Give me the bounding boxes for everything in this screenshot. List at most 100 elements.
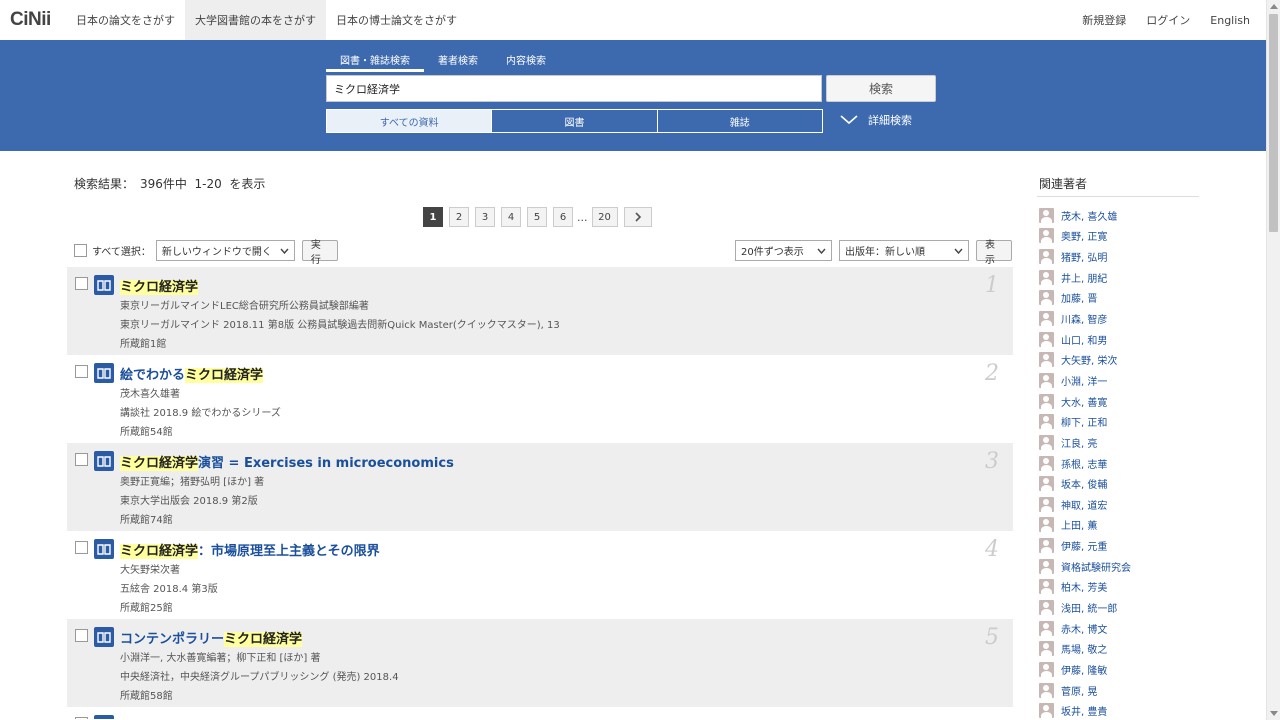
result-checkbox[interactable] [75, 629, 88, 642]
result-checkbox[interactable] [75, 365, 88, 378]
person-icon [1039, 517, 1054, 533]
nav-link-dissertations[interactable]: 日本の博士論文をさがす [326, 0, 467, 40]
result-holdings: 所蔵館25館 [120, 603, 173, 614]
result-checkbox[interactable] [75, 453, 88, 466]
dropdown-arrow-icon [280, 248, 289, 254]
person-icon [1039, 434, 1054, 450]
page-1[interactable]: 1 [423, 207, 443, 227]
display-controls: 20件ずつ表示 出版年：新しい順 表示 [735, 240, 1012, 266]
register-link[interactable]: 新規登録 [1072, 0, 1136, 40]
related-author-item[interactable]: 川森, 智彦 [1039, 308, 1131, 329]
related-author-name: 小淵, 洋一 [1061, 376, 1108, 388]
tab-content-search[interactable]: 内容検索 [492, 52, 560, 72]
advanced-search-toggle[interactable]: 詳細検索 [840, 112, 912, 128]
related-author-item[interactable]: 上田, 薫 [1039, 515, 1131, 536]
related-author-item[interactable]: 菅原, 晃 [1039, 680, 1131, 701]
person-icon [1039, 661, 1054, 677]
related-author-item[interactable]: 坂井, 豊貴 [1039, 700, 1131, 720]
related-author-item[interactable]: 茂木, 喜久雄 [1039, 205, 1131, 226]
related-author-name: 奥野, 正寛 [1061, 232, 1108, 244]
sort-select[interactable]: 出版年：新しい順 [839, 240, 969, 261]
person-icon [1039, 599, 1054, 615]
related-author-item[interactable]: 孫根, 志華 [1039, 453, 1131, 474]
next-page-button[interactable] [623, 207, 652, 227]
result-title-link[interactable]: 絵でわかるミクロ経済学 [120, 364, 264, 383]
tab-all-materials[interactable]: すべての資料 [327, 110, 493, 132]
tab-journals[interactable]: 雑誌 [658, 110, 822, 132]
select-all-checkbox[interactable] [74, 244, 87, 257]
related-author-item[interactable]: 井上, 朋紀 [1039, 267, 1131, 288]
result-holdings: 所蔵館1館 [120, 339, 167, 350]
top-navigation: CiNii 日本の論文をさがす 大学図書館の本をさがす 日本の博士論文をさがす … [0, 0, 1266, 40]
scroll-up-arrow[interactable] [1270, 4, 1278, 9]
result-publication: 講談社 2018.9 絵でわかるシリーズ [120, 408, 281, 419]
related-author-item[interactable]: 江良, 亮 [1039, 432, 1131, 453]
related-author-item[interactable]: 奥野, 正寛 [1039, 226, 1131, 247]
person-icon [1039, 476, 1054, 492]
related-author-name: 大水, 善寛 [1061, 397, 1108, 409]
page-2[interactable]: 2 [449, 207, 469, 227]
nav-link-articles[interactable]: 日本の論文をさがす [66, 0, 185, 40]
result-row: コンテンポラリーミクロ経済学 小淵洋一, 大水善寛編著；柳下正和 [ほか] 著 … [67, 619, 1013, 707]
related-author-item[interactable]: 加藤, 晋 [1039, 288, 1131, 309]
related-author-item[interactable]: 資格試験研究会 [1039, 556, 1131, 577]
result-title-link[interactable]: ミクロ経済学 [120, 276, 199, 295]
page-4[interactable]: 4 [501, 207, 521, 227]
result-title-link[interactable]: ミクロ経済学演習 = Exercises in microeconomics [120, 452, 454, 471]
page-6[interactable]: 6 [553, 207, 573, 227]
open-option-select[interactable]: 新しいウィンドウで開く [155, 240, 295, 261]
result-checkbox[interactable] [75, 717, 88, 719]
scroll-down-arrow[interactable] [1270, 711, 1278, 716]
result-checkbox[interactable] [75, 541, 88, 554]
related-author-name: 菅原, 晃 [1061, 686, 1098, 698]
page-last[interactable]: 20 [591, 207, 618, 227]
related-author-name: 浅田, 統一郎 [1061, 603, 1118, 615]
chevron-down-icon [840, 115, 858, 125]
related-author-item[interactable]: 小淵, 洋一 [1039, 370, 1131, 391]
result-checkbox[interactable] [75, 277, 88, 290]
result-author: 小淵洋一, 大水善寛編著；柳下正和 [ほか] 著 [120, 653, 321, 664]
per-page-select[interactable]: 20件ずつ表示 [735, 240, 832, 261]
related-author-item[interactable]: 柏木, 芳美 [1039, 577, 1131, 598]
advanced-search-label: 詳細検索 [868, 114, 912, 127]
page-3[interactable]: 3 [475, 207, 495, 227]
scrollbar-thumb[interactable] [1269, 14, 1278, 232]
related-author-item[interactable]: 大矢野, 栄次 [1039, 349, 1131, 370]
related-author-item[interactable]: 神取, 道宏 [1039, 494, 1131, 515]
page-5[interactable]: 5 [527, 207, 547, 227]
material-type-tabs: すべての資料 図書 雑誌 [326, 109, 823, 133]
show-button[interactable]: 表示 [976, 240, 1012, 266]
page-scrollbar[interactable] [1266, 0, 1280, 720]
tab-book-journal-search[interactable]: 図書・雑誌検索 [326, 52, 424, 72]
related-author-item[interactable]: 大水, 善寛 [1039, 391, 1131, 412]
execute-button[interactable]: 実行 [301, 240, 338, 266]
result-title-link[interactable]: コンテンポラリーミクロ経済学 [120, 628, 303, 647]
related-author-item[interactable]: 伊藤, 隆敏 [1039, 659, 1131, 680]
search-button[interactable]: 検索 [826, 75, 936, 102]
related-author-item[interactable]: 坂本, 俊輔 [1039, 473, 1131, 494]
related-author-item[interactable]: 馬場, 敬之 [1039, 638, 1131, 659]
result-publication: 東京リーガルマインド 2018.11 第8版 公務員試験過去問新Quick Ma… [120, 320, 560, 331]
person-icon [1039, 538, 1054, 554]
related-author-item[interactable]: 柳下, 正和 [1039, 411, 1131, 432]
result-title-link[interactable]: ミクロ経済学：市場原理至上主義とその限界 [120, 540, 380, 559]
result-publication: 五絃舎 2018.4 第3版 [120, 584, 218, 595]
english-link[interactable]: English [1200, 0, 1266, 40]
result-number: 4 [985, 537, 999, 562]
related-author-item[interactable]: 赤木, 博文 [1039, 618, 1131, 639]
related-author-item[interactable]: 山口, 和男 [1039, 329, 1131, 350]
tab-books[interactable]: 図書 [492, 110, 658, 132]
related-author-item[interactable]: 伊藤, 元重 [1039, 535, 1131, 556]
related-author-item[interactable]: 浅田, 統一郎 [1039, 597, 1131, 618]
book-icon [94, 451, 114, 471]
cinii-logo[interactable]: CiNii [0, 0, 66, 40]
search-input[interactable] [326, 75, 822, 102]
related-author-name: 茂木, 喜久雄 [1061, 211, 1118, 223]
dropdown-arrow-icon [817, 248, 826, 254]
login-link[interactable]: ログイン [1136, 0, 1200, 40]
related-author-item[interactable]: 猪野, 弘明 [1039, 246, 1131, 267]
tab-author-search[interactable]: 著者検索 [424, 52, 492, 72]
nav-link-books[interactable]: 大学図書館の本をさがす [185, 0, 326, 40]
pagination: 1 2 3 4 5 6 ... 20 [423, 207, 652, 227]
result-author: 東京リーガルマインドLEC総合研究所公務員試験部編著 [120, 301, 369, 312]
